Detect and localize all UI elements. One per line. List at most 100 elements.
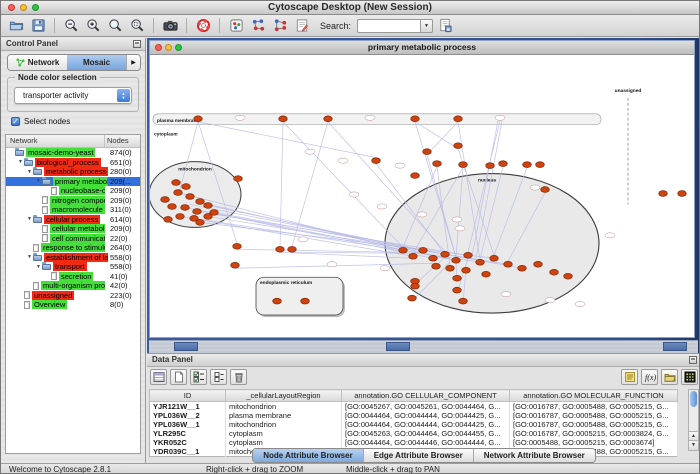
network-tree-row[interactable]: ▼cellular process614(0) bbox=[6, 215, 140, 225]
network-tree-row[interactable]: response to stimulu264(0) bbox=[6, 243, 140, 253]
open-button[interactable] bbox=[6, 16, 26, 35]
network-node-white[interactable] bbox=[545, 298, 555, 303]
network-node[interactable] bbox=[324, 116, 333, 122]
network-node[interactable] bbox=[453, 287, 462, 293]
network-node-white[interactable] bbox=[235, 115, 245, 120]
table-row[interactable]: YPL036W__2plasma membrane[GO:0044464, GO… bbox=[150, 411, 678, 420]
network-node[interactable] bbox=[210, 210, 219, 216]
network-node[interactable] bbox=[432, 263, 441, 269]
search-dropdown-arrow-icon[interactable]: ▼ bbox=[420, 19, 433, 33]
network-node[interactable] bbox=[464, 252, 473, 258]
network-node[interactable] bbox=[411, 173, 420, 179]
network-node[interactable] bbox=[536, 162, 545, 168]
snapshot-button[interactable] bbox=[160, 16, 180, 35]
table-scrollbar[interactable]: ▲ ▼ bbox=[688, 389, 699, 451]
import-attributes-button[interactable] bbox=[435, 16, 455, 35]
network-node-white[interactable] bbox=[501, 292, 511, 297]
select-nodes-checkbox[interactable]: ✓ bbox=[11, 117, 20, 126]
browser-tab[interactable]: Edge Attribute Browser bbox=[363, 449, 473, 462]
table-column-header[interactable]: annotation.GO CELLULAR_COMPONENT bbox=[342, 390, 510, 402]
background-window-thumb[interactable] bbox=[663, 342, 687, 351]
save-button[interactable] bbox=[28, 16, 48, 35]
import-table-button[interactable] bbox=[661, 369, 678, 385]
label-list-button[interactable] bbox=[621, 369, 638, 385]
network-node-white[interactable] bbox=[338, 158, 348, 163]
expand-arrow-icon[interactable]: ▼ bbox=[35, 264, 42, 270]
layout-1-button[interactable] bbox=[248, 16, 268, 35]
network-node[interactable] bbox=[231, 262, 240, 268]
network-node[interactable] bbox=[659, 191, 668, 197]
vizmapper-button[interactable] bbox=[226, 16, 246, 35]
network-node[interactable] bbox=[234, 176, 243, 182]
table-row[interactable]: YLR295Ccytoplasm[GO:0045263, GO:0044464,… bbox=[150, 429, 678, 438]
delete-attribute-button[interactable] bbox=[230, 369, 247, 385]
network-node[interactable] bbox=[541, 187, 550, 193]
network-view-window[interactable]: primary metabolic process plasma membran… bbox=[149, 40, 695, 338]
background-window-thumb[interactable] bbox=[174, 342, 198, 351]
network-node[interactable] bbox=[176, 214, 185, 220]
network-tree-row[interactable]: ▼biological_process651(0) bbox=[6, 158, 140, 168]
expand-arrow-icon[interactable]: ▼ bbox=[26, 254, 33, 260]
network-tree-row[interactable]: ▼metabolic process280(0) bbox=[6, 167, 140, 177]
network-node-white[interactable] bbox=[605, 233, 615, 238]
network-node[interactable] bbox=[204, 203, 213, 209]
tree-column-nodes[interactable]: Nodes bbox=[105, 135, 140, 147]
network-node-white[interactable] bbox=[530, 185, 540, 190]
network-tree-row[interactable]: secretion41(0) bbox=[6, 272, 140, 282]
network-node[interactable] bbox=[233, 243, 242, 249]
search-combobox[interactable]: ▼ bbox=[357, 19, 433, 33]
network-view-titlebar[interactable]: primary metabolic process bbox=[150, 41, 694, 55]
expand-arrow-icon[interactable]: ▼ bbox=[35, 178, 42, 184]
network-node[interactable] bbox=[161, 197, 170, 203]
network-tree-row[interactable]: mosaic-demo-yeast874(0) bbox=[6, 148, 140, 158]
network-tree-row[interactable]: ▼primary metabolic209(... bbox=[6, 177, 140, 187]
scrollbar-thumb[interactable] bbox=[690, 391, 697, 407]
network-node[interactable] bbox=[534, 261, 543, 267]
matrix-button[interactable] bbox=[681, 369, 698, 385]
help-button[interactable] bbox=[193, 16, 213, 35]
table-column-header[interactable]: ID bbox=[150, 390, 226, 402]
table-column-header[interactable]: annotation.GO MOLECULAR_FUNCTION bbox=[510, 390, 678, 402]
node-color-dropdown[interactable]: transporter activity ▲▼ bbox=[14, 87, 132, 104]
network-node[interactable] bbox=[446, 265, 455, 271]
dropdown-stepper-icon[interactable]: ▲▼ bbox=[117, 89, 130, 102]
network-node[interactable] bbox=[523, 162, 532, 168]
table-row[interactable]: YJR121W__1mitochondrion[GO:0045267, GO:0… bbox=[150, 402, 678, 412]
zoom-in-button[interactable] bbox=[83, 16, 103, 35]
network-tree-row[interactable]: macromolecule311(0) bbox=[6, 205, 140, 215]
network-node[interactable] bbox=[678, 191, 687, 197]
network-node[interactable] bbox=[419, 247, 428, 253]
attribute-table-button[interactable] bbox=[150, 369, 167, 385]
zoom-out-button[interactable] bbox=[61, 16, 81, 35]
network-node[interactable] bbox=[504, 261, 513, 267]
network-node-white[interactable] bbox=[305, 149, 315, 154]
network-node[interactable] bbox=[182, 184, 191, 190]
browser-tab[interactable]: Network Attribute Browser bbox=[473, 449, 595, 462]
network-node-white[interactable] bbox=[452, 217, 462, 222]
network-node[interactable] bbox=[411, 116, 420, 122]
network-node-white[interactable] bbox=[380, 266, 390, 271]
network-node[interactable] bbox=[279, 116, 288, 122]
network-node[interactable] bbox=[399, 247, 408, 253]
network-node[interactable] bbox=[276, 246, 285, 252]
float-panel-icon[interactable] bbox=[689, 356, 697, 364]
network-node[interactable] bbox=[518, 265, 527, 271]
network-tree-row[interactable]: multi-organism pro42(0) bbox=[6, 281, 140, 291]
zoom-selected-button[interactable] bbox=[127, 16, 147, 35]
network-node[interactable] bbox=[459, 298, 468, 304]
network-node[interactable] bbox=[172, 180, 181, 186]
search-input[interactable] bbox=[357, 19, 420, 33]
network-node[interactable] bbox=[452, 257, 461, 263]
tab-mosaic[interactable]: Mosaic bbox=[67, 55, 126, 70]
network-node-white[interactable] bbox=[575, 302, 585, 307]
network-node[interactable] bbox=[454, 143, 463, 149]
network-node-white[interactable] bbox=[298, 237, 308, 242]
network-tree-row[interactable]: cell communicat22(0) bbox=[6, 234, 140, 244]
network-tree-row[interactable]: cellular metabol209(0) bbox=[6, 224, 140, 234]
zoom-fit-button[interactable] bbox=[105, 16, 125, 35]
network-node[interactable] bbox=[499, 161, 508, 167]
tabs-overflow-arrow-icon[interactable]: ▶ bbox=[126, 55, 140, 70]
network-tree-row[interactable]: ▼transport558(0) bbox=[6, 262, 140, 272]
layout-2-button[interactable] bbox=[270, 16, 290, 35]
float-panel-icon[interactable] bbox=[133, 40, 141, 48]
